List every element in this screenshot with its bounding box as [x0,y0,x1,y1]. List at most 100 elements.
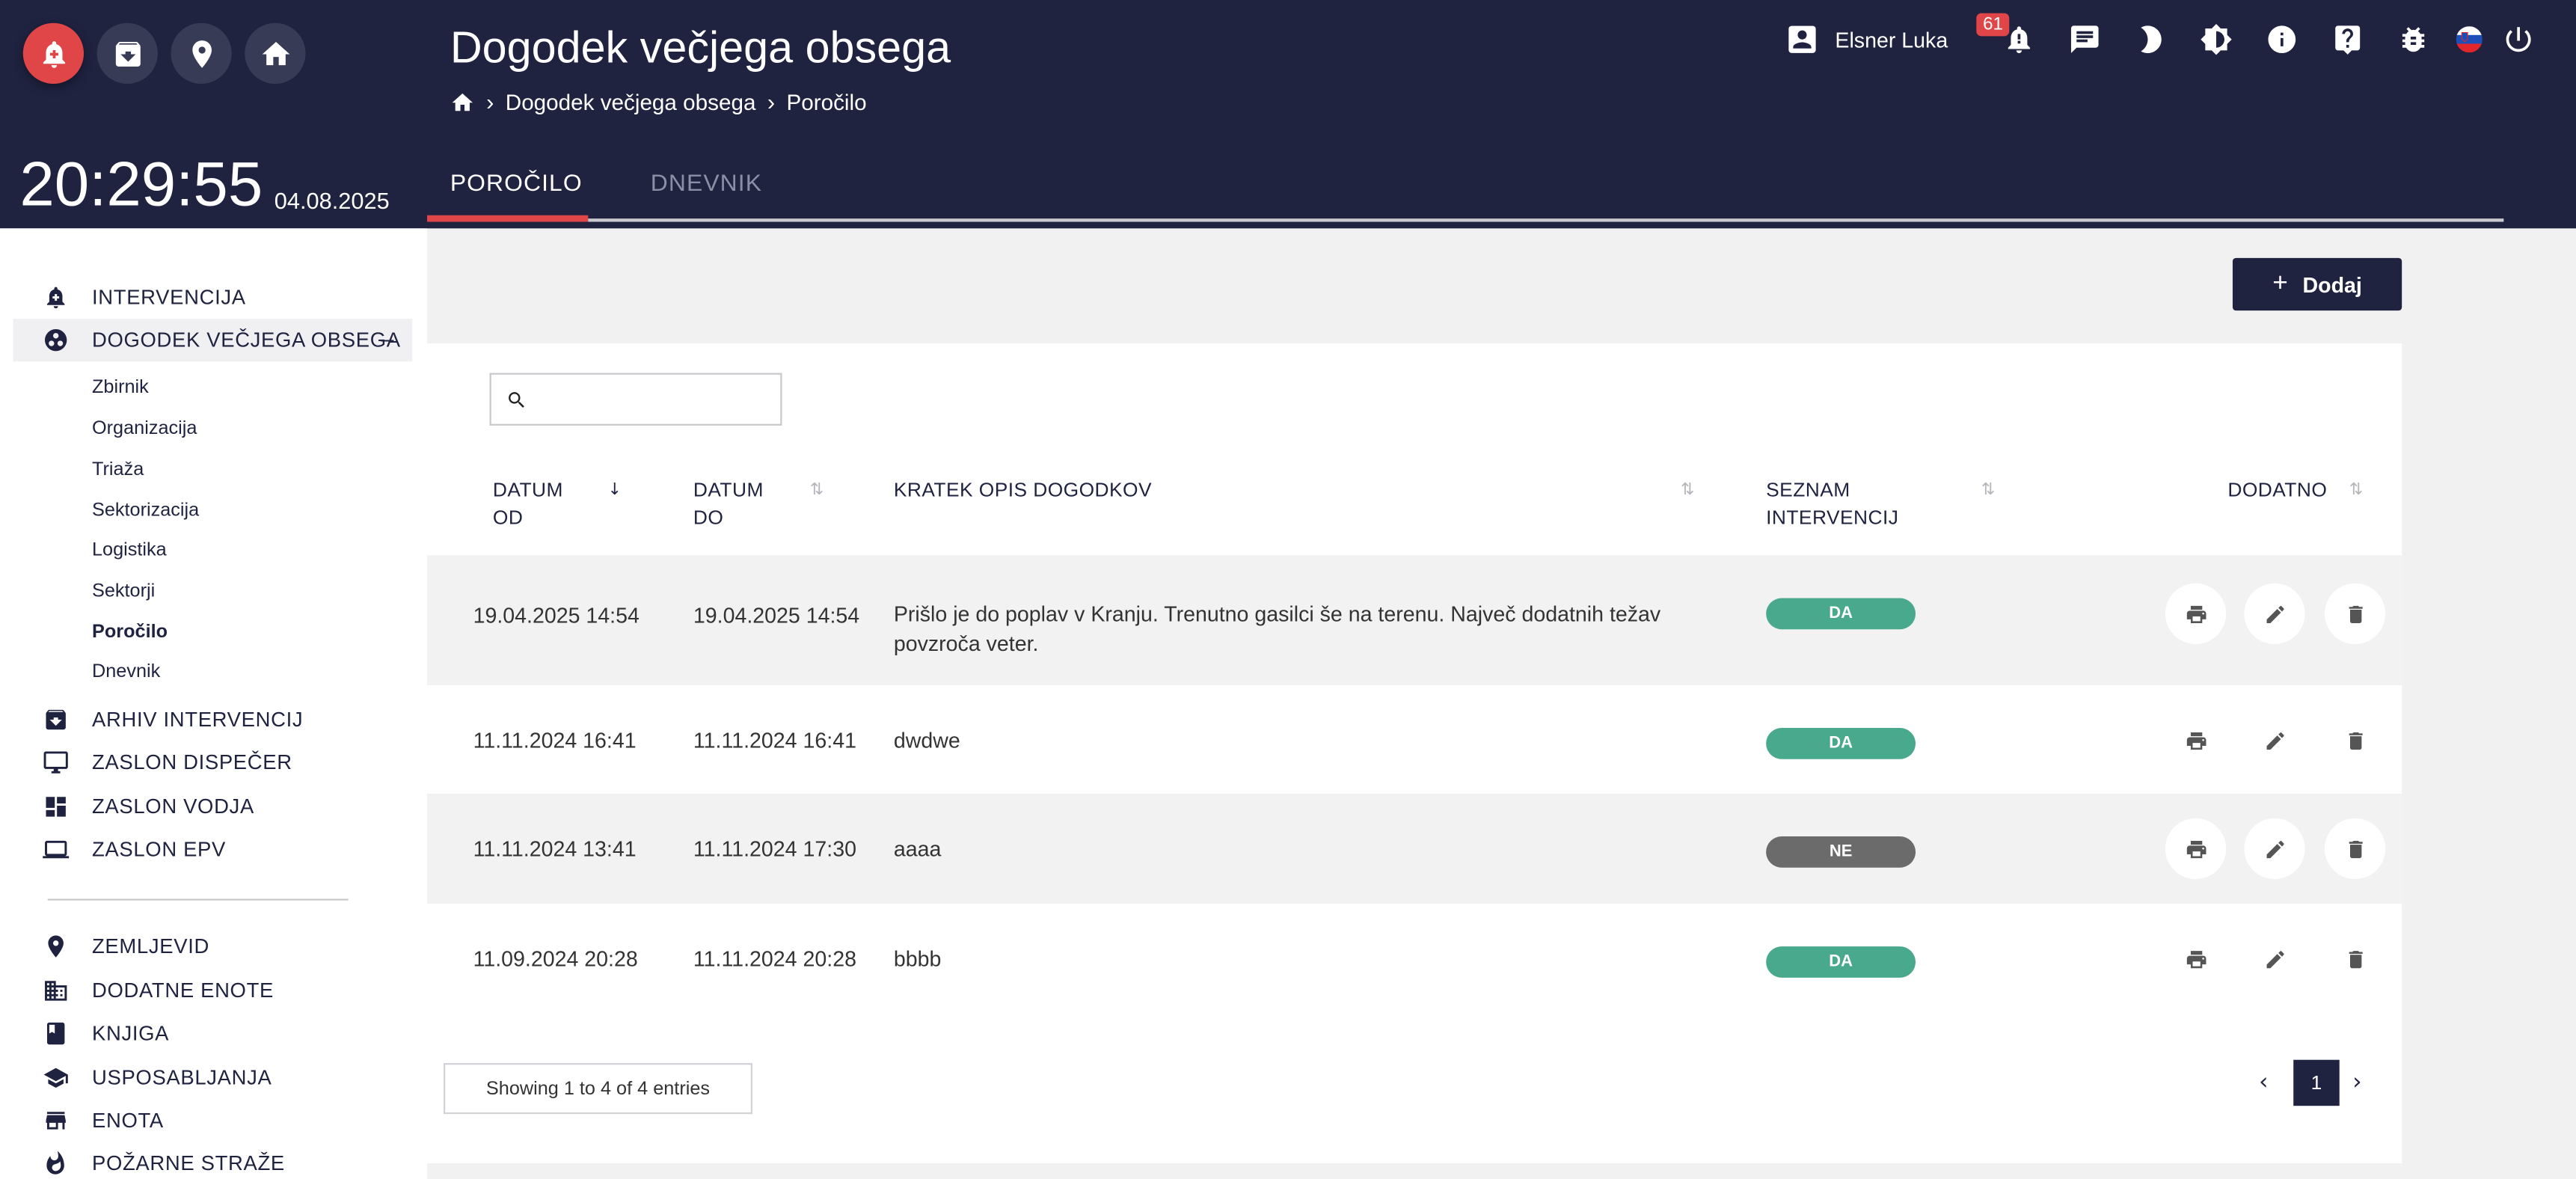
location-pin-icon[interactable] [171,22,232,85]
sidebar-subitem-porocilo[interactable]: Poročilo [92,622,168,642]
print-icon[interactable] [2165,928,2226,989]
tab-dnevnik[interactable]: DNEVNIK [651,171,762,197]
edit-icon[interactable] [2244,928,2304,989]
delete-icon[interactable] [2324,583,2386,645]
delete-icon[interactable] [2325,710,2385,771]
tab-track [588,218,2504,222]
sort-icon[interactable]: ⇅ [1981,482,1995,500]
column-header-text: DATUM [492,478,563,501]
page-title: Dogodek večjega obsega [450,22,951,73]
tab-porocilo[interactable]: POROČILO [450,171,583,197]
sort-icon[interactable]: ⇅ [2349,482,2363,500]
sidebar-subitem-zbirnik[interactable]: Zbirnik [92,378,149,397]
column-header-kratek-opis[interactable]: KRATEK OPIS DOGODKOV [894,477,1152,504]
status-badge: DA [1766,728,1916,759]
info-icon[interactable] [2262,19,2301,59]
bug-icon[interactable] [2393,19,2433,59]
chat-icon[interactable] [2065,19,2105,59]
sidebar-item-knjiga[interactable]: KNJIGA [13,1012,413,1055]
brightness-icon[interactable] [2197,19,2236,59]
sidebar-item-pozarne-straze[interactable]: POŽARNE STRAŽE [13,1142,413,1179]
cell-datum-do: 11.11.2024 20:28 [693,946,856,972]
sidebar-item-dogodek-vecjega-obsega[interactable]: DOGODEK VEČJEGA OBSEGA – [13,319,413,362]
sidebar-item-label: USPOSABLJANJA [92,1066,272,1090]
sidebar-item-label: ENOTA [92,1109,164,1133]
pagination-page-current[interactable]: 1 [2293,1059,2340,1106]
store-icon [13,1107,92,1133]
table-row[interactable]: 11.09.2024 20:28 11.11.2024 20:28 bbbb D… [427,904,2402,1012]
table-row[interactable]: 11.11.2024 13:41 11.11.2024 17:30 aaaa N… [427,793,2402,904]
column-header-datum-do[interactable]: DATUM DO [693,477,764,533]
power-icon[interactable] [2499,19,2539,59]
cell-opis: Prišlo je do poplav v Kranju. Trenutno g… [893,601,1661,656]
breadcrumb-separator: › [486,88,494,115]
status-badge: NE [1766,836,1916,868]
print-icon[interactable] [2165,710,2226,771]
sidebar-item-label: KNJIGA [92,1022,170,1045]
sidebar-item-intervencija[interactable]: INTERVENCIJA [13,276,413,319]
sidebar-item-dodatne-enote[interactable]: DODATNE ENOTE [13,970,413,1012]
cell-datum-do: 11.11.2024 16:41 [693,728,856,753]
home-icon[interactable] [245,22,306,85]
book-icon [13,1020,92,1047]
edit-icon[interactable] [2244,583,2305,645]
delete-icon[interactable] [2325,928,2385,989]
column-header-seznam-intervencij[interactable]: SEZNAM INTERVENCIJ [1766,477,1898,533]
slovenia-flag-icon[interactable] [2456,26,2483,53]
add-button[interactable]: + Dodaj [2232,257,2402,311]
breadcrumb-item-current: Poročilo [786,89,867,114]
sidebar-subitem-sektorji[interactable]: Sektorji [92,582,155,601]
table-row[interactable]: 11.11.2024 16:41 11.11.2024 16:41 dwdwe … [427,685,2402,794]
sidebar-subitem-logistika[interactable]: Logistika [92,541,167,560]
sidebar-item-zemljevid[interactable]: ZEMLJEVID [13,925,413,968]
sidebar-item-arhiv-intervencij[interactable]: ARHIV INTERVENCIJ [13,698,413,741]
sidebar-item-enota[interactable]: ENOTA [13,1099,413,1142]
sidebar-subitem-triaza[interactable]: Triaža [92,460,144,480]
report-table-panel: DATUM OD ↓ DATUM DO ⇅ KRATEK OPIS DOGODK… [427,343,2402,1164]
delete-icon[interactable] [2324,818,2386,880]
sort-icon[interactable]: ⇅ [810,482,824,500]
search-input[interactable] [489,373,782,426]
account-box-icon [1784,22,1835,58]
column-header-text: DODATNO [2227,478,2328,501]
column-header-datum-od[interactable]: DATUM OD [493,477,563,533]
sidebar-item-zaslon-epv[interactable]: ZASLON EPV [13,828,413,871]
help-icon[interactable] [2328,19,2367,59]
monitor-icon [13,750,92,776]
notification-badge: 61 [1976,13,2010,37]
collapse-icon[interactable]: – [381,325,394,352]
sidebar: INTERVENCIJA DOGODEK VEČJEGA OBSEGA – Zb… [0,228,428,1179]
pagination-prev-icon[interactable]: ‹ [2259,1070,2268,1096]
print-icon[interactable] [2165,583,2227,645]
pagination-next-icon[interactable]: › [2352,1070,2361,1096]
alarm-add-icon[interactable] [22,22,85,85]
alarm-add-icon [13,284,92,310]
cell-datum-od: 11.11.2024 13:41 [473,836,637,861]
table-row[interactable]: 19.04.2025 14:54 19.04.2025 14:54 Prišlo… [427,555,2402,685]
sidebar-item-zaslon-vodja[interactable]: ZASLON VODJA [13,786,413,828]
sort-descending-icon[interactable]: ↓ [608,482,622,500]
print-icon[interactable] [2165,818,2227,880]
moon-icon[interactable] [2131,19,2171,59]
sidebar-subitem-sektorizacija[interactable]: Sektorizacija [92,501,199,521]
current-date: 04.08.2025 [274,187,390,214]
laptop-icon [13,836,92,863]
sidebar-item-label: ZASLON EPV [92,838,227,861]
archive-icon[interactable] [96,22,158,85]
breadcrumb-item[interactable]: Dogodek večjega obsega [506,90,756,114]
entries-info: Showing 1 to 4 of 4 entries [444,1063,752,1115]
breadcrumb-separator: › [767,88,776,115]
sidebar-subitem-dnevnik[interactable]: Dnevnik [92,662,160,682]
sidebar-subitem-organizacija[interactable]: Organizacija [92,419,197,438]
sidebar-item-zaslon-dispecer[interactable]: ZASLON DISPEČER [13,741,413,784]
sidebar-item-usposabljanja[interactable]: USPOSABLJANJA [13,1056,413,1099]
sidebar-item-label: DOGODEK VEČJEGA OBSEGA [92,328,401,352]
column-header-dodatno[interactable]: DODATNO [2227,477,2327,504]
breadcrumb-home-icon[interactable] [450,90,475,114]
user-menu[interactable]: Elsner Luka [1784,22,1948,58]
sort-icon[interactable]: ⇅ [1681,482,1694,500]
edit-icon[interactable] [2244,710,2304,771]
plus-icon: + [2272,269,2288,298]
edit-icon[interactable] [2244,818,2305,880]
sidebar-item-label: POŽARNE STRAŽE [92,1151,285,1175]
